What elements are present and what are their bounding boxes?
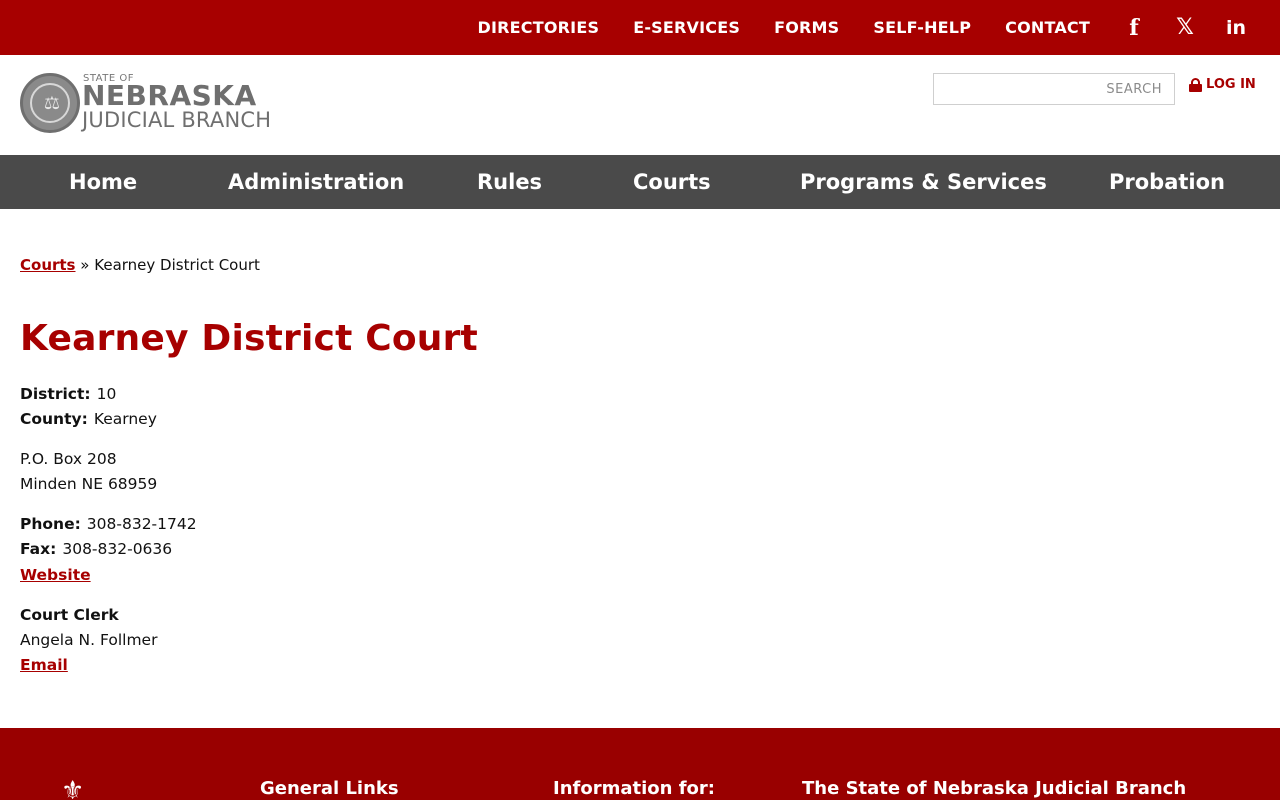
fax-label: Fax: [20,540,57,558]
email-link[interactable]: Email [20,656,68,674]
login-label: LOG IN [1206,77,1256,92]
county-label: County: [20,410,88,428]
site-footer: ⚜ General Links Information for: The Sta… [0,728,1280,800]
top-bar: DIRECTORIES E-SERVICES FORMS SELF-HELP C… [0,0,1280,55]
clerk-name: Angela N. Follmer [20,631,158,649]
main-nav-programs-services[interactable]: Programs & Services [800,155,1047,209]
logo-nebraska: NEBRASKA [82,79,257,112]
nav-forms[interactable]: FORMS [774,18,839,37]
site-header: ⚖ STATE OF NEBRASKA JUDICIAL BRANCH LOG … [0,55,1280,155]
clerk-title: Court Clerk [20,606,119,624]
main-nav-probation[interactable]: Probation [1109,155,1225,209]
county-value: Kearney [93,410,157,428]
utility-nav: DIRECTORIES E-SERVICES FORMS SELF-HELP C… [478,0,1247,55]
facebook-icon[interactable]: f [1124,15,1144,41]
address-line-2: Minden NE 68959 [20,475,158,493]
main-nav: Home Administration Rules Courts Program… [0,155,1280,209]
address-line-1: P.O. Box 208 [20,450,117,468]
nav-directories[interactable]: DIRECTORIES [478,18,600,37]
nav-e-services[interactable]: E-SERVICES [633,18,740,37]
website-row: Website [20,566,91,584]
fax-row: Fax: 308-832-0636 [20,540,172,558]
breadcrumb-courts-link[interactable]: Courts [20,256,76,274]
page-title: Kearney District Court [20,318,478,359]
nebraska-seal-icon: ⚖ [20,73,80,133]
clerk-title-row: Court Clerk [20,606,125,624]
county-row: County: Kearney [20,410,157,428]
footer-general-links-heading: General Links [260,778,399,799]
main-nav-rules[interactable]: Rules [477,155,542,209]
breadcrumb-separator: » [80,256,90,274]
x-twitter-icon[interactable]: 𝕏 [1175,15,1195,40]
phone-value: 308-832-1742 [86,515,197,533]
nav-contact[interactable]: CONTACT [1005,18,1090,37]
phone-label: Phone: [20,515,81,533]
main-nav-administration[interactable]: Administration [228,155,404,209]
logo-judicial-branch: JUDICIAL BRANCH [82,108,272,132]
main-nav-courts[interactable]: Courts [633,155,711,209]
lock-icon [1189,77,1202,92]
search-input[interactable] [934,74,1174,104]
fax-value: 308-832-0636 [62,540,173,558]
fleur-de-lis-icon: ⚜ [61,776,85,800]
district-label: District: [20,385,91,403]
breadcrumb-current: Kearney District Court [94,256,260,274]
phone-row: Phone: 308-832-1742 [20,515,197,533]
breadcrumb: Courts » Kearney District Court [20,256,260,274]
main-nav-home[interactable]: Home [69,155,137,209]
website-link[interactable]: Website [20,566,91,584]
footer-information-for-heading: Information for: [553,778,715,799]
nav-self-help[interactable]: SELF-HELP [873,18,971,37]
email-row: Email [20,656,68,674]
district-row: District: 10 [20,385,116,403]
search-box [933,73,1175,105]
login-link[interactable]: LOG IN [1189,77,1256,92]
footer-judicial-branch-heading: The State of Nebraska Judicial Branch [802,778,1187,799]
site-logo[interactable]: ⚖ STATE OF NEBRASKA JUDICIAL BRANCH [20,73,280,135]
district-value: 10 [96,385,117,403]
social-links: f 𝕏 in [1116,15,1246,41]
linkedin-icon[interactable]: in [1226,17,1246,39]
